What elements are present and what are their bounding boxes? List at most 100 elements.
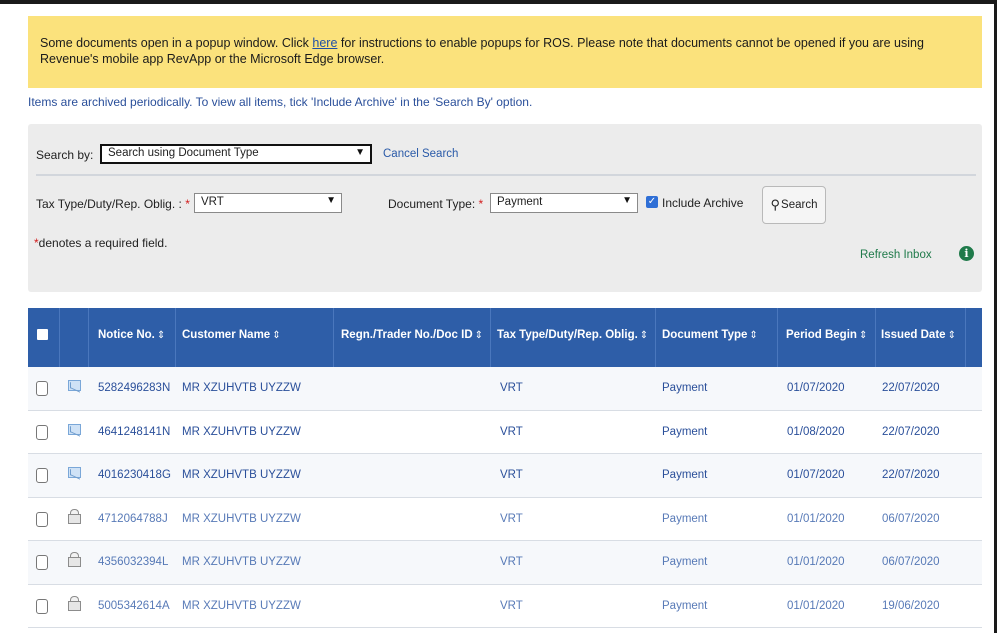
info-icon[interactable]: i [959, 246, 974, 261]
search-button[interactable]: ⚲ Search [762, 186, 826, 224]
notice-number-link[interactable]: 4712064788J [98, 513, 168, 525]
archive-note: Items are archived periodically. To view… [28, 95, 533, 109]
table-row[interactable]: 5005342614A MR XZUHVTB UYZZW VRT Payment… [28, 584, 982, 628]
open-envelope-icon[interactable] [68, 595, 81, 612]
column-header-regn[interactable]: Regn./Trader No./Doc ID ⇕ [341, 329, 483, 341]
include-archive-label: Include Archive [662, 196, 744, 210]
open-envelope-icon[interactable] [68, 508, 81, 525]
magnifier-icon: ⚲ [770, 197, 781, 212]
issued-date: 22/07/2020 [882, 382, 940, 394]
notice-number-link[interactable]: 4016230418G [98, 469, 171, 481]
header-separator [490, 308, 491, 367]
document-type-select[interactable]: Payment ▼ [490, 193, 638, 213]
row-checkbox[interactable] [36, 468, 48, 483]
document-type-label: Document Type: * [388, 197, 484, 211]
cancel-search-link[interactable]: Cancel Search [383, 148, 458, 160]
customer-name: MR XZUHVTB UYZZW [182, 382, 301, 394]
search-by-select[interactable]: Search using Document Type ▼ [100, 144, 372, 164]
tax-type-label: Tax Type/Duty/Rep. Oblig. : * [36, 197, 190, 211]
period-begin: 01/01/2020 [787, 512, 845, 525]
issued-date: 19/06/2020 [882, 599, 940, 612]
column-header-issued-date[interactable]: Issued Date ⇕ [881, 329, 956, 341]
column-header-tax-type[interactable]: Tax Type/Duty/Rep. Oblig. ⇕ [497, 329, 648, 341]
tax-type-select[interactable]: VRT ▼ [194, 193, 342, 213]
customer-name: MR XZUHVTB UYZZW [182, 599, 301, 612]
search-button-label: Search [781, 199, 818, 211]
sort-icon: ⇕ [639, 330, 649, 341]
customer-name: MR XZUHVTB UYZZW [182, 512, 301, 525]
period-begin: 01/07/2020 [787, 382, 845, 394]
table-row[interactable]: 4712064788J MR XZUHVTB UYZZW VRT Payment… [28, 497, 982, 541]
document-type: Payment [662, 425, 708, 438]
header-separator [59, 308, 60, 367]
divider [36, 174, 976, 176]
required-note: *denotes a required field. [34, 236, 168, 250]
column-header-document-type[interactable]: Document Type ⇕ [662, 329, 758, 341]
row-checkbox[interactable] [36, 511, 48, 527]
chevron-down-icon: ▼ [326, 195, 336, 206]
search-by-value: Search using Document Type [108, 147, 259, 159]
table-row[interactable]: 5282496283N MR XZUHVTB UYZZW VRT Payment… [28, 367, 982, 411]
open-envelope-icon[interactable] [68, 552, 81, 568]
header-separator [333, 308, 334, 367]
customer-name: MR XZUHVTB UYZZW [182, 469, 301, 481]
tax-type-value: VRT [201, 196, 224, 208]
header-separator [175, 308, 176, 367]
issued-date: 22/07/2020 [882, 425, 940, 438]
tax-type: VRT [500, 425, 523, 438]
notice-text-1: Some documents open in a popup window. C… [40, 36, 313, 50]
notice-text-2: for instructions to enable popups for RO… [337, 36, 924, 50]
document-type: Payment [662, 599, 708, 612]
customer-name: MR XZUHVTB UYZZW [182, 425, 301, 438]
sort-icon: ⇕ [858, 330, 868, 341]
header-separator [88, 308, 89, 367]
issued-date: 06/07/2020 [882, 556, 940, 568]
sort-icon: ⇕ [749, 330, 758, 341]
refresh-inbox-link[interactable]: Refresh Inbox [860, 249, 932, 261]
notice-number-link[interactable]: 4356032394L [98, 556, 168, 568]
period-begin: 01/08/2020 [787, 425, 845, 438]
column-header-notice[interactable]: Notice No. ⇕ [98, 329, 165, 341]
sort-icon: ⇕ [156, 330, 166, 341]
header-separator [875, 308, 876, 367]
table-body: 5282496283N MR XZUHVTB UYZZW VRT Payment… [28, 367, 982, 628]
row-checkbox[interactable] [36, 555, 48, 570]
column-header-customer[interactable]: Customer Name ⇕ [182, 329, 281, 341]
tax-type: VRT [500, 556, 523, 568]
notice-number-link[interactable]: 5005342614A [98, 600, 170, 612]
envelope-icon[interactable] [68, 380, 81, 391]
tax-type: VRT [500, 512, 523, 525]
notice-number-link[interactable]: 5282496283N [98, 382, 170, 394]
column-header-period-begin[interactable]: Period Begin ⇕ [786, 329, 867, 341]
sort-icon: ⇕ [272, 330, 281, 341]
search-by-label: Search by: [36, 148, 94, 162]
customer-name: MR XZUHVTB UYZZW [182, 556, 301, 568]
header-separator [777, 308, 778, 367]
chevron-down-icon: ▼ [622, 195, 632, 206]
header-separator [655, 308, 656, 367]
notice-number-link[interactable]: 4641248141N [98, 426, 170, 438]
search-panel: Search by: Search using Document Type ▼ … [28, 124, 982, 292]
issued-date: 06/07/2020 [882, 512, 940, 525]
tax-type: VRT [500, 599, 523, 612]
document-type: Payment [662, 512, 708, 525]
header-separator [965, 308, 966, 367]
envelope-icon[interactable] [68, 423, 81, 435]
issued-date: 22/07/2020 [882, 469, 940, 481]
document-type: Payment [662, 469, 708, 481]
row-checkbox[interactable] [36, 598, 48, 614]
notice-here-link[interactable]: here [312, 36, 337, 50]
table-row[interactable]: 4356032394L MR XZUHVTB UYZZW VRT Payment… [28, 541, 982, 585]
table-row[interactable]: 4016230418G MR XZUHVTB UYZZW VRT Payment… [28, 454, 982, 498]
tax-type: VRT [500, 469, 523, 481]
envelope-icon[interactable] [68, 467, 81, 478]
table-header: Notice No. ⇕ Customer Name ⇕ Regn./Trader … [28, 308, 982, 367]
period-begin: 01/01/2020 [787, 556, 845, 568]
table-row[interactable]: 4641248141N MR XZUHVTB UYZZW VRT Payment… [28, 410, 982, 454]
include-archive-checkbox[interactable]: ✓ [646, 196, 658, 208]
select-all-checkbox[interactable] [37, 329, 48, 340]
row-checkbox[interactable] [36, 424, 48, 440]
document-type: Payment [662, 556, 708, 568]
sort-icon: ⇕ [947, 330, 956, 341]
row-checkbox[interactable] [36, 381, 48, 396]
